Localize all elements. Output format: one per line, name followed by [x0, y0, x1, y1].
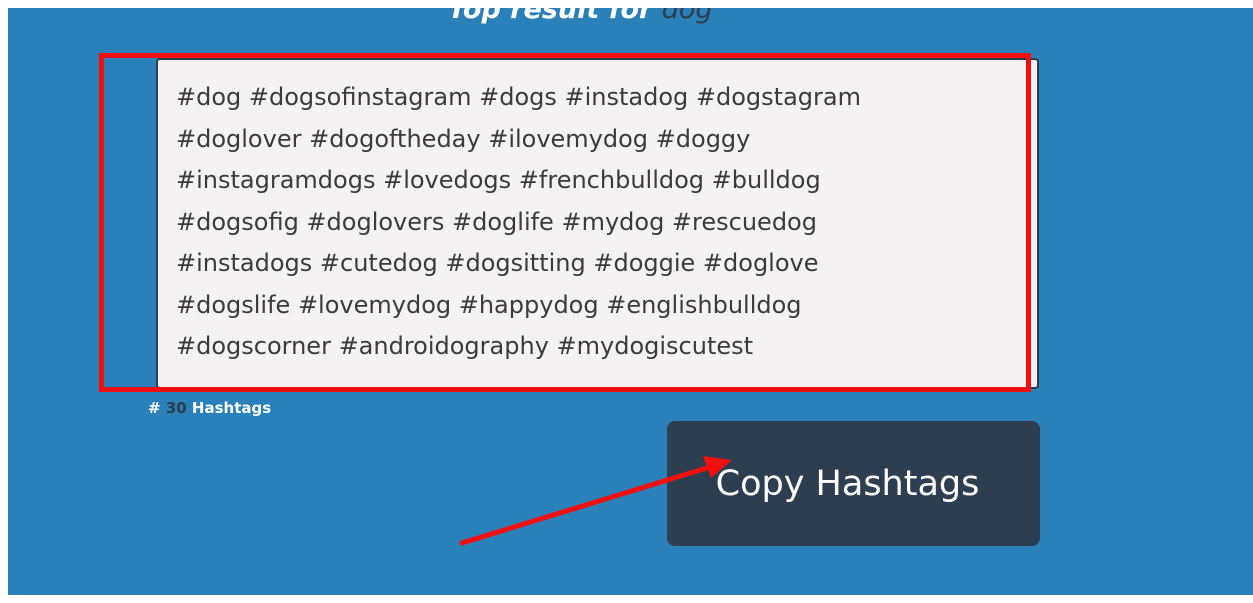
- result-keyword: dog: [661, 8, 713, 25]
- hashtag-count: # 30 Hashtags: [148, 399, 271, 417]
- hashtag-count-number: 30: [165, 399, 187, 417]
- hashtags-textarea[interactable]: #dog #dogsofinstagram #dogs #instadog #d…: [156, 58, 1039, 389]
- results-panel: Top result for dog #dog #dogsofinstagram…: [8, 8, 1253, 595]
- result-title: Top result for dog: [448, 8, 713, 25]
- hashtag-count-label: Hashtags: [191, 399, 272, 417]
- result-title-prefix: Top result for: [448, 8, 653, 25]
- hashtag-count-prefix: #: [148, 399, 161, 417]
- copy-hashtags-button[interactable]: Copy Hashtags: [667, 421, 1040, 546]
